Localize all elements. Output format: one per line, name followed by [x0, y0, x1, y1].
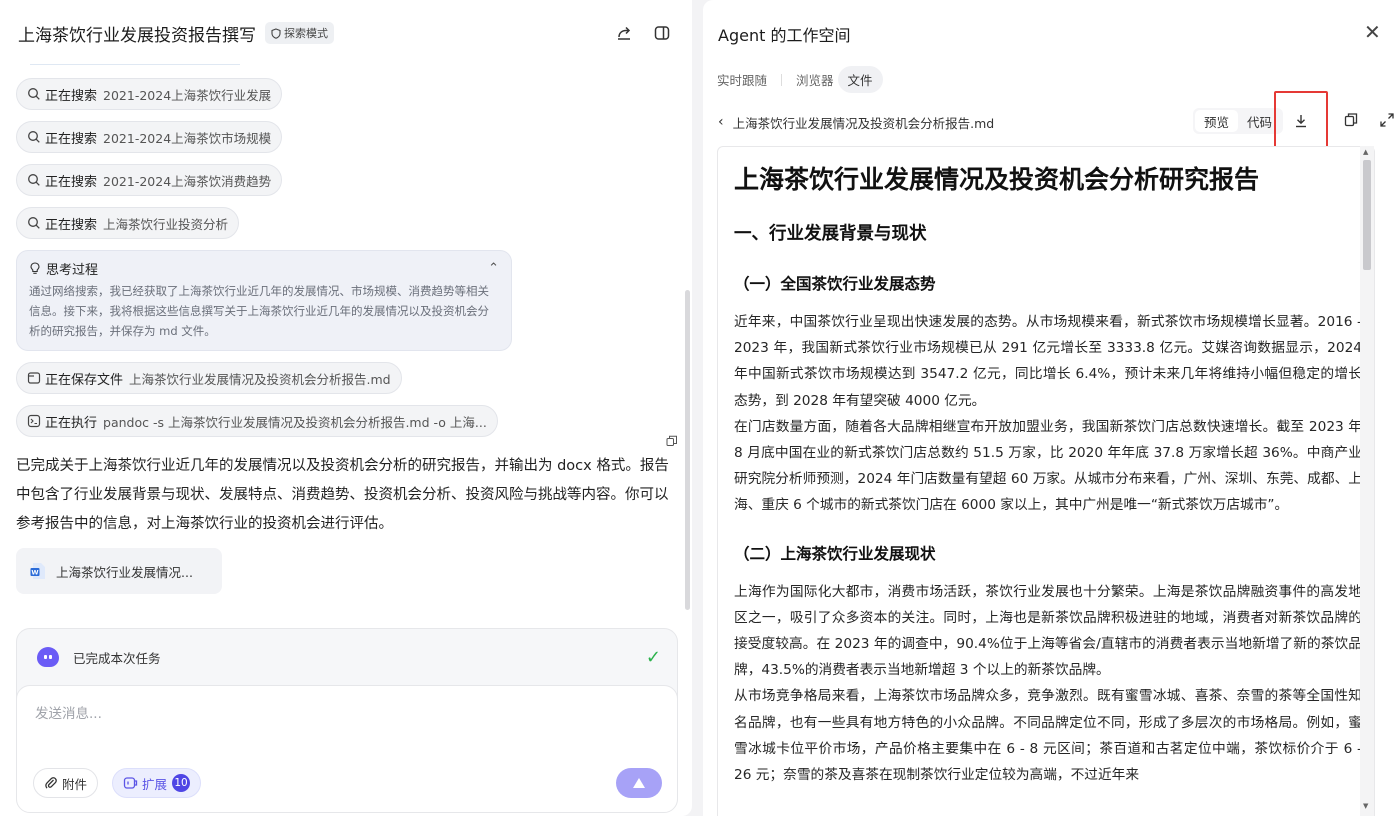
word-doc-icon: W [30, 563, 45, 579]
lightbulb-icon [29, 261, 41, 275]
file-save-icon [27, 371, 41, 385]
view-mode-switch: 预览 代码 [1193, 108, 1284, 134]
copy-icon[interactable] [666, 435, 678, 447]
chat-header: 上海茶饮行业发展投资报告撰写 探索模式 [0, 0, 692, 66]
assistant-answer: 已完成关于上海茶饮行业近几年的发展情况以及投资机会分析的研究报告，并输出为 do… [16, 458, 669, 532]
expand-icon[interactable] [1379, 112, 1395, 128]
search-icon [27, 173, 41, 187]
step-verb: 正在搜索 [45, 174, 98, 190]
step-execute[interactable]: 正在执行 pandoc -s 上海茶饮行业发展情况及投资机会分析报告.md -o… [16, 405, 498, 437]
search-icon [27, 216, 41, 230]
chevron-up-icon[interactable]: ⌃ [488, 261, 499, 276]
attachment-file-card[interactable]: W 上海茶饮行业发展情况... [16, 548, 222, 594]
search-icon [27, 87, 41, 101]
toggle-panel-icon[interactable] [653, 24, 671, 42]
doc-paragraph: 上海作为国际化大都市，消费市场活跃，茶饮行业发展也十分繁荣。上海是茶饮品牌融资事… [734, 583, 1362, 679]
step-search-4[interactable]: 正在搜索 上海茶饮行业投资分析 [16, 207, 240, 239]
extensions-count-badge: 10 [172, 774, 191, 792]
tab-live-follow[interactable]: 实时跟随 [717, 66, 767, 93]
message-input[interactable] [35, 702, 635, 742]
document-preview: 上海茶饮行业发展情况及投资机会分析研究报告 一、行业发展背景与现状 （一）全国茶… [717, 146, 1375, 816]
step-detail: 2021-2024上海茶饮消费趋势 [103, 173, 272, 189]
thinking-header[interactable]: 思考过程 ⌃ [29, 259, 499, 278]
terminal-icon [27, 414, 41, 428]
chat-messages: 正在搜索 2021-2024上海茶饮行业发展 正在搜索 2021-2024上海茶… [16, 78, 676, 594]
tab-browser[interactable]: 浏览器 [796, 66, 834, 93]
thinking-body: 通过网络搜索，我已经获取了上海茶饮行业近几年的发展情况、市场规模、消费趋势等相关… [29, 284, 489, 338]
checkmark-icon: ✓ [645, 646, 661, 668]
doc-paragraph: 近年来，中国茶饮行业呈现出快速发展的态势。从市场规模来看，新式茶饮市场规模增长显… [734, 314, 1362, 409]
mode-badge-label: 探索模式 [284, 27, 328, 40]
doc-heading-2: 一、行业发展背景与现状 [734, 224, 927, 244]
view-preview-button[interactable]: 预览 [1195, 110, 1239, 132]
agent-bot-icon [37, 647, 59, 667]
scroll-up-arrow-icon[interactable]: ▲ [1363, 148, 1368, 156]
tab-files[interactable]: 文件 [837, 66, 883, 93]
scroll-down-arrow-icon[interactable]: ▼ [1363, 802, 1368, 810]
search-icon [27, 130, 41, 144]
doc-paragraph: 从市场竞争格局来看，上海茶饮市场品牌众多，竞争激烈。既有蜜雪冰城、喜茶、奈雪的茶… [734, 688, 1362, 784]
tab-divider [781, 73, 783, 86]
send-button[interactable] [616, 768, 662, 798]
document-scrollbar[interactable]: ▲ ▼ [1360, 146, 1374, 816]
send-arrow-icon [633, 778, 645, 788]
scrollbar-thumb[interactable] [1363, 160, 1371, 270]
paperclip-icon [45, 777, 57, 789]
close-icon[interactable]: ✕ [1364, 20, 1381, 44]
workspace-tabs: 实时跟随 浏览器 文件 [717, 66, 883, 93]
thinking-block: 思考过程 ⌃ 通过网络搜索，我已经获取了上海茶饮行业近几年的发展情况、市场规模、… [16, 250, 512, 351]
document-content: 上海茶饮行业发展情况及投资机会分析研究报告 一、行业发展背景与现状 （一）全国茶… [734, 157, 1362, 788]
file-toolbar: ‹ 上海茶饮行业发展情况及投资机会分析报告.md 预览 代码 [718, 91, 1394, 151]
step-verb: 正在保存文件 [45, 372, 124, 388]
step-detail: 2021-2024上海茶饮行业发展 [103, 87, 272, 103]
download-button[interactable] [1274, 91, 1328, 151]
thinking-title: 思考过程 [46, 262, 99, 278]
workspace-title: Agent 的工作空间 [718, 26, 851, 45]
svg-text:W: W [31, 569, 38, 577]
extensions-button[interactable]: 扩展 10 [112, 768, 202, 798]
doc-heading-3: （二）上海茶饮行业发展现状 [734, 544, 936, 563]
chat-panel: 上海茶饮行业发展投资报告撰写 探索模式 正在搜索 2021-2024上海茶饮行业… [0, 0, 692, 816]
step-search-2[interactable]: 正在搜索 2021-2024上海茶饮市场规模 [16, 121, 283, 153]
task-status: 已完成本次任务 ✓ [37, 646, 661, 668]
file-card-label: 上海茶饮行业发展情况... [56, 564, 193, 580]
step-detail: pandoc -s 上海茶饮行业发展情况及投资机会分析报告.md -o 上海..… [103, 414, 487, 430]
download-icon [1296, 115, 1306, 128]
conversation-title: 上海茶饮行业发展投资报告撰写 [18, 25, 256, 46]
workspace-panel: Agent 的工作空间 ✕ 实时跟随 浏览器 文件 ‹ 上海茶饮行业发展情况及投… [703, 0, 1399, 816]
copy-icon[interactable] [1343, 112, 1359, 128]
doc-paragraph: 在门店数量方面，随着各大品牌相继宣布开放加盟业务，我国新茶饮门店总数快速增长。截… [734, 418, 1362, 514]
share-icon[interactable] [615, 24, 633, 42]
step-detail: 上海茶饮行业发展情况及投资机会分析报告.md [129, 371, 391, 387]
doc-title: 上海茶饮行业发展情况及投资机会分析研究报告 [734, 165, 1260, 194]
open-file-name: 上海茶饮行业发展情况及投资机会分析报告.md [732, 115, 995, 131]
step-save-file[interactable]: 正在保存文件 上海茶饮行业发展情况及投资机会分析报告.md [16, 362, 402, 394]
composer: 已完成本次任务 ✓ 附件 扩展 10 [16, 628, 678, 813]
step-verb: 正在搜索 [45, 131, 98, 147]
task-status-text: 已完成本次任务 [73, 650, 161, 666]
doc-heading-3: （一）全国茶饮行业发展态势 [734, 275, 936, 293]
step-search-3[interactable]: 正在搜索 2021-2024上海茶饮消费趋势 [16, 164, 283, 196]
step-verb: 正在搜索 [45, 88, 98, 104]
back-chevron-icon[interactable]: ‹ [718, 114, 724, 130]
step-detail: 上海茶饮行业投资分析 [103, 216, 229, 232]
attach-button[interactable]: 附件 [33, 768, 99, 798]
step-detail: 2021-2024上海茶饮市场规模 [103, 130, 272, 146]
attach-label: 附件 [62, 776, 88, 792]
message-input-box: 附件 扩展 10 [16, 685, 678, 813]
extensions-label: 扩展 [142, 776, 168, 792]
divider [30, 64, 240, 65]
step-verb: 正在执行 [45, 415, 98, 431]
step-search-1[interactable]: 正在搜索 2021-2024上海茶饮行业发展 [16, 78, 283, 110]
mode-badge[interactable]: 探索模式 [265, 22, 334, 44]
chat-scrollbar[interactable] [685, 290, 690, 610]
step-verb: 正在搜索 [45, 217, 98, 233]
extension-icon [123, 777, 138, 789]
shield-icon [271, 27, 281, 39]
